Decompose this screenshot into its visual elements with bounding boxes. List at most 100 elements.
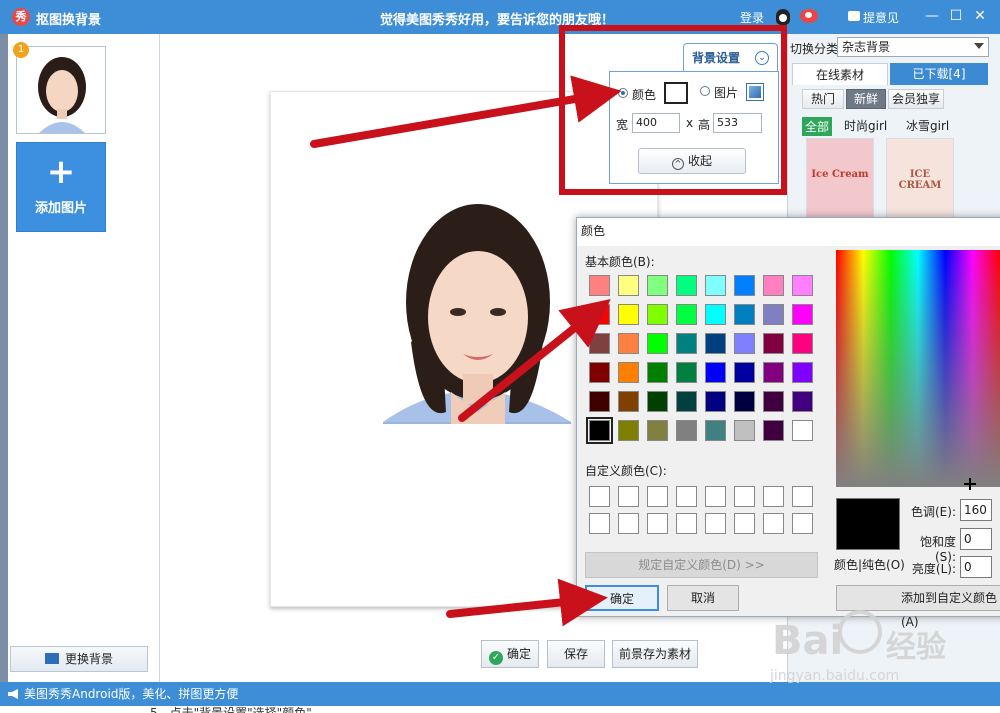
basic-color-cell[interactable] (734, 275, 755, 296)
subfilter-all[interactable]: 全部 (802, 117, 833, 136)
basic-color-cell[interactable] (763, 362, 784, 383)
weibo-icon[interactable] (800, 9, 818, 23)
maximize-button[interactable]: ☐ (948, 8, 964, 24)
basic-color-cell[interactable] (676, 333, 697, 354)
dialog-ok-button[interactable]: 确定 (585, 585, 659, 611)
login-link[interactable]: 登录 (740, 9, 764, 26)
define-custom-colors-button[interactable]: 规定自定义颜色(D) >> (585, 552, 818, 578)
saturation-input[interactable]: 0 (960, 528, 992, 550)
basic-color-cell[interactable] (705, 275, 726, 296)
custom-color-cell[interactable] (647, 513, 668, 534)
window-title: 抠图换背景 (36, 13, 102, 28)
basic-color-cell[interactable] (734, 362, 755, 383)
basic-color-cell[interactable] (763, 275, 784, 296)
feedback-button[interactable]: 提意见 (863, 9, 899, 26)
custom-color-cell[interactable] (763, 513, 784, 534)
subfilter-fashion-girl[interactable]: 时尚girl (844, 117, 887, 134)
custom-color-cell[interactable] (792, 486, 813, 507)
basic-color-cell[interactable] (763, 420, 784, 441)
basic-color-cell[interactable] (589, 391, 610, 412)
basic-color-cell[interactable] (647, 420, 668, 441)
category-select[interactable]: 杂志背景 (837, 37, 989, 57)
feedback-icon[interactable] (848, 11, 860, 21)
crosshair-icon[interactable] (964, 478, 976, 490)
basic-color-cell[interactable] (792, 275, 813, 296)
basic-color-cell[interactable] (589, 362, 610, 383)
basic-color-cell[interactable] (792, 333, 813, 354)
color-spectrum[interactable] (836, 250, 1000, 487)
basic-color-cell[interactable] (705, 391, 726, 412)
basic-color-cell[interactable] (763, 333, 784, 354)
basic-color-cell[interactable] (792, 391, 813, 412)
hue-input[interactable]: 160 (960, 499, 992, 521)
change-background-button[interactable]: 更换背景 (10, 646, 148, 672)
basic-color-cell[interactable] (647, 275, 668, 296)
custom-color-cell[interactable] (618, 486, 639, 507)
confirm-button[interactable]: ✓ 确定 (481, 640, 539, 668)
close-button[interactable]: ✕ (972, 8, 988, 24)
color-dialog-title: 颜色 (577, 218, 1000, 246)
basic-color-cell[interactable] (676, 275, 697, 296)
filter-new[interactable]: 新鲜 (846, 89, 886, 109)
custom-color-cell[interactable] (676, 513, 697, 534)
custom-color-cell[interactable] (618, 513, 639, 534)
basic-color-cell[interactable] (734, 333, 755, 354)
custom-color-cell[interactable] (589, 486, 610, 507)
material-item[interactable]: Ice Cream (806, 138, 874, 218)
basic-color-cell[interactable] (647, 304, 668, 325)
basic-color-cell[interactable] (705, 362, 726, 383)
basic-color-cell[interactable] (734, 304, 755, 325)
filter-hot[interactable]: 热门 (802, 89, 844, 109)
photo-thumbnail[interactable] (16, 46, 106, 134)
basic-color-cell[interactable] (792, 304, 813, 325)
basic-color-cell[interactable] (734, 391, 755, 412)
basic-color-cell[interactable] (705, 304, 726, 325)
custom-color-cell[interactable] (647, 486, 668, 507)
basic-color-cell[interactable] (586, 417, 613, 444)
qq-icon[interactable] (776, 9, 790, 25)
custom-color-cell[interactable] (589, 513, 610, 534)
custom-color-cell[interactable] (734, 513, 755, 534)
custom-color-cell[interactable] (705, 486, 726, 507)
basic-color-cell[interactable] (763, 304, 784, 325)
basic-color-cell[interactable] (589, 304, 610, 325)
basic-color-cell[interactable] (792, 420, 813, 441)
basic-color-cell[interactable] (676, 420, 697, 441)
custom-color-cell[interactable] (792, 513, 813, 534)
basic-color-cell[interactable] (734, 420, 755, 441)
custom-color-cell[interactable] (763, 486, 784, 507)
material-item[interactable]: ICE CREAM (886, 138, 954, 218)
basic-color-cell[interactable] (676, 391, 697, 412)
basic-color-cell[interactable] (618, 391, 639, 412)
basic-color-cell[interactable] (792, 362, 813, 383)
basic-color-cell[interactable] (647, 391, 668, 412)
subfilter-ice-girl[interactable]: 冰雪girl (906, 117, 949, 134)
basic-color-cell[interactable] (647, 333, 668, 354)
custom-color-cell[interactable] (705, 513, 726, 534)
filter-vip[interactable]: 会员独享 (888, 89, 944, 109)
basic-color-cell[interactable] (589, 275, 610, 296)
dialog-cancel-button[interactable]: 取消 (667, 585, 739, 611)
add-to-custom-colors-button[interactable]: 添加到自定义颜色(A) (836, 585, 1000, 629)
luminance-input[interactable]: 0 (960, 556, 992, 578)
tab-downloaded[interactable]: 已下载[4] (890, 63, 988, 85)
basic-color-cell[interactable] (676, 304, 697, 325)
minimize-button[interactable]: — (924, 8, 940, 24)
basic-color-cell[interactable] (618, 420, 639, 441)
basic-color-cell[interactable] (589, 333, 610, 354)
basic-color-cell[interactable] (705, 420, 726, 441)
add-photo-button[interactable]: + 添加图片 (16, 142, 106, 232)
basic-color-cell[interactable] (705, 333, 726, 354)
basic-color-cell[interactable] (618, 275, 639, 296)
basic-color-cell[interactable] (618, 362, 639, 383)
custom-color-cell[interactable] (734, 486, 755, 507)
basic-color-cell[interactable] (647, 362, 668, 383)
basic-color-cell[interactable] (618, 333, 639, 354)
basic-color-cell[interactable] (618, 304, 639, 325)
save-as-material-button[interactable]: 前景存为素材 (612, 640, 698, 668)
basic-color-cell[interactable] (763, 391, 784, 412)
save-button[interactable]: 保存 (547, 640, 605, 668)
basic-color-cell[interactable] (676, 362, 697, 383)
custom-color-cell[interactable] (676, 486, 697, 507)
tab-online-materials[interactable]: 在线素材 (792, 63, 888, 85)
